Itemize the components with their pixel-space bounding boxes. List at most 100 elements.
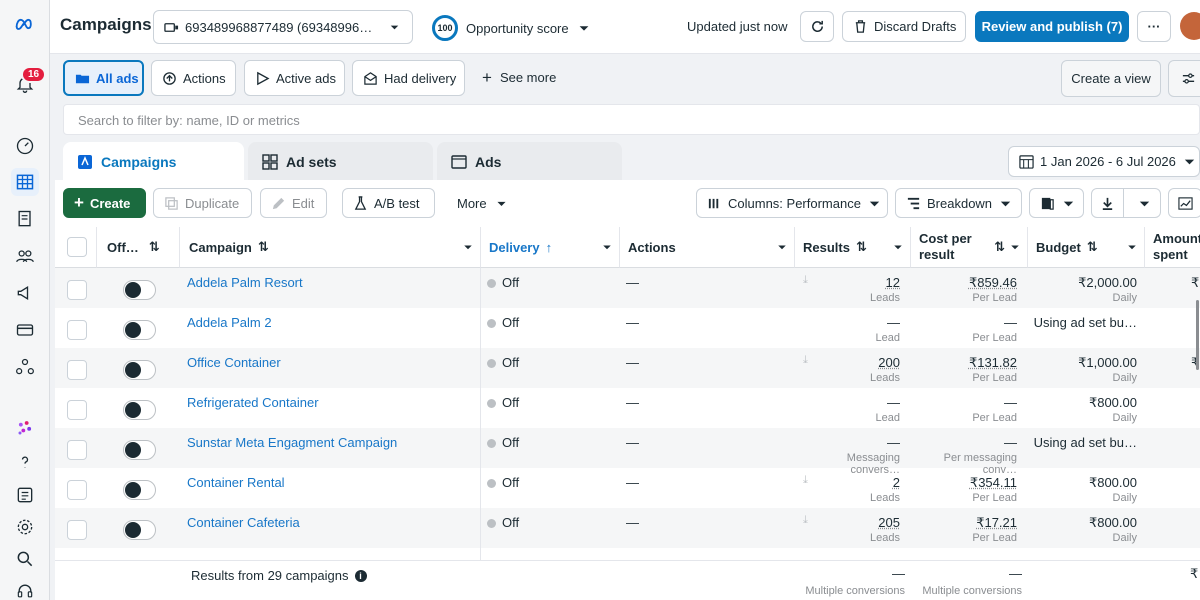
create-button[interactable]: + Create xyxy=(63,188,146,218)
campaign-name-link[interactable]: Refrigerated Container xyxy=(187,395,319,410)
actions-column-header[interactable]: Actions xyxy=(620,227,795,268)
edit-button[interactable]: Edit xyxy=(260,188,327,218)
campaign-name-link[interactable]: Container Cafeteria xyxy=(187,515,300,530)
delivery-status: Off xyxy=(487,275,519,290)
ads-manager-table-icon[interactable] xyxy=(11,168,39,196)
filter-had-delivery[interactable]: Had delivery xyxy=(352,60,465,96)
actions-cell: — xyxy=(626,355,639,370)
campaign-toggle[interactable] xyxy=(123,520,156,540)
search-icon[interactable] xyxy=(11,545,39,573)
vertical-scrollbar[interactable] xyxy=(1196,300,1199,370)
account-selector[interactable]: 693489968877489 (69348996… xyxy=(153,10,413,44)
meta-logo-icon[interactable] xyxy=(11,10,39,38)
table-row[interactable]: Addela Palm 2 Off — — Lead — Per Lead Using ad … xyxy=(55,308,1200,348)
budget-value: ₹800.00 xyxy=(1088,475,1137,490)
campaign-name-link[interactable]: Office Container xyxy=(187,355,281,370)
meta-ai-icon[interactable] xyxy=(11,414,39,442)
campaign-name-link[interactable]: Addela Palm 2 xyxy=(187,315,272,330)
columns-selector[interactable]: Columns: Performance xyxy=(696,188,888,218)
help-icon[interactable] xyxy=(11,448,39,476)
campaign-name-link[interactable]: Sunstar Meta Engagment Campaign xyxy=(187,435,397,450)
row-checkbox[interactable] xyxy=(67,360,87,380)
discard-drafts-button[interactable]: Discard Drafts xyxy=(842,11,966,42)
campaign-column-header[interactable]: Campaign ⇅ xyxy=(180,227,481,268)
campaign-name-link[interactable]: Container Rental xyxy=(187,475,285,490)
campaign-toggle[interactable] xyxy=(123,440,156,460)
chevron-down-icon xyxy=(1011,245,1019,250)
table-row[interactable]: Sunstar Meta Engagment Campaign Off — — Mess… xyxy=(55,428,1200,476)
avatar[interactable] xyxy=(1180,12,1200,40)
campaign-header-label: Campaign xyxy=(189,239,252,255)
delivery-status: Off xyxy=(487,395,519,410)
reports-icon[interactable] xyxy=(11,481,39,509)
support-headset-icon[interactable] xyxy=(11,577,39,600)
date-range-picker[interactable]: 1 Jan 2026 - 6 Jul 2026 xyxy=(1008,146,1200,177)
cost-per-result-column-header[interactable]: Cost per result ⇅ xyxy=(911,227,1028,268)
reports-menu-button[interactable] xyxy=(1029,188,1084,218)
breakdown-selector[interactable]: Breakdown xyxy=(895,188,1022,218)
review-and-publish-button[interactable]: Review and publish (7) xyxy=(975,11,1129,42)
delivery-status-label: Off xyxy=(502,315,520,330)
more-button[interactable]: More xyxy=(457,196,508,211)
megaphone-icon[interactable] xyxy=(11,279,39,307)
search-input[interactable]: Search to filter by: name, ID or metrics xyxy=(63,104,1200,135)
tab-ads[interactable]: Ads xyxy=(437,142,622,182)
filter-active-ads-label: Active ads xyxy=(276,70,336,86)
table-row[interactable]: Refrigerated Container Off — — Lead — Per Lead… xyxy=(55,388,1200,428)
amount-spent-column-header[interactable]: Amount spent xyxy=(1145,227,1200,268)
business-tools-icon[interactable] xyxy=(11,353,39,381)
duplicate-button[interactable]: Duplicate xyxy=(153,188,252,218)
see-more-filters[interactable]: + See more xyxy=(482,69,556,86)
select-all-checkbox[interactable] xyxy=(67,237,87,257)
filter-actions[interactable]: Actions xyxy=(151,60,236,96)
billing-icon[interactable] xyxy=(11,316,39,344)
filter-settings-button[interactable] xyxy=(1168,60,1200,97)
table-row[interactable]: Container Cafeteria Off — ⤓ 205 Leads ₹17.21 Pe… xyxy=(55,508,1200,548)
table-row[interactable]: Container Rental Off — ⤓ 2 Leads ₹354.11 Per Le… xyxy=(55,468,1200,508)
row-checkbox[interactable] xyxy=(67,520,87,540)
create-view-button[interactable]: Create a view xyxy=(1061,60,1161,97)
cost-per-result-type: Per Lead xyxy=(972,412,1017,424)
tab-campaigns[interactable]: Campaigns xyxy=(63,142,244,182)
ab-test-button[interactable]: A/B test xyxy=(342,188,435,218)
delivery-header-label: Delivery xyxy=(489,239,540,255)
pages-icon[interactable] xyxy=(11,205,39,233)
row-checkbox[interactable] xyxy=(67,320,87,340)
campaign-toggle[interactable] xyxy=(123,360,156,380)
filter-all-ads[interactable]: All ads xyxy=(63,60,144,96)
campaign-toggle[interactable] xyxy=(123,320,156,340)
charts-button[interactable] xyxy=(1168,188,1200,218)
more-options-button[interactable]: ··· xyxy=(1137,11,1171,42)
campaign-toggle[interactable] xyxy=(123,280,156,300)
row-checkbox[interactable] xyxy=(67,480,87,500)
offon-column-header[interactable]: Off… ⇅ xyxy=(97,227,180,268)
cost-per-result-value: ₹17.21 xyxy=(976,515,1017,530)
row-checkbox[interactable] xyxy=(67,400,87,420)
export-button[interactable] xyxy=(1091,188,1161,218)
cost-per-result-value: — xyxy=(1004,315,1017,330)
cost-per-result-type: Per Lead xyxy=(972,532,1017,544)
filter-active-ads[interactable]: Active ads xyxy=(244,60,345,96)
results-value: — xyxy=(887,435,900,450)
table-row[interactable]: Addela Palm Resort Off — ⤓ 12 Leads ₹859.46 Per… xyxy=(55,268,1200,308)
dashboard-icon[interactable] xyxy=(11,132,39,160)
campaign-name-link[interactable]: Addela Palm Resort xyxy=(187,275,303,290)
actions-cell: — xyxy=(626,435,639,450)
opportunity-score[interactable]: 100 Opportunity score xyxy=(432,15,591,41)
refresh-button[interactable] xyxy=(800,11,834,42)
row-checkbox[interactable] xyxy=(67,280,87,300)
table-row[interactable]: Office Container Off — ⤓ 200 Leads ₹131.82 Per … xyxy=(55,348,1200,388)
filter-actions-label: Actions xyxy=(183,70,226,86)
campaign-toggle[interactable] xyxy=(123,400,156,420)
audiences-icon[interactable] xyxy=(11,242,39,270)
delivery-column-header[interactable]: Delivery ↑ xyxy=(481,227,620,268)
results-column-header[interactable]: Results ⇅ xyxy=(795,227,911,268)
row-checkbox[interactable] xyxy=(67,440,87,460)
budget-column-header[interactable]: Budget ⇅ xyxy=(1028,227,1145,268)
tab-ad-sets[interactable]: Ad sets xyxy=(248,142,433,182)
more-label: More xyxy=(457,196,487,211)
campaign-toggle[interactable] xyxy=(123,480,156,500)
settings-gear-icon[interactable] xyxy=(11,513,39,541)
delivery-status-label: Off xyxy=(502,435,520,450)
info-icon[interactable]: i xyxy=(354,569,367,582)
